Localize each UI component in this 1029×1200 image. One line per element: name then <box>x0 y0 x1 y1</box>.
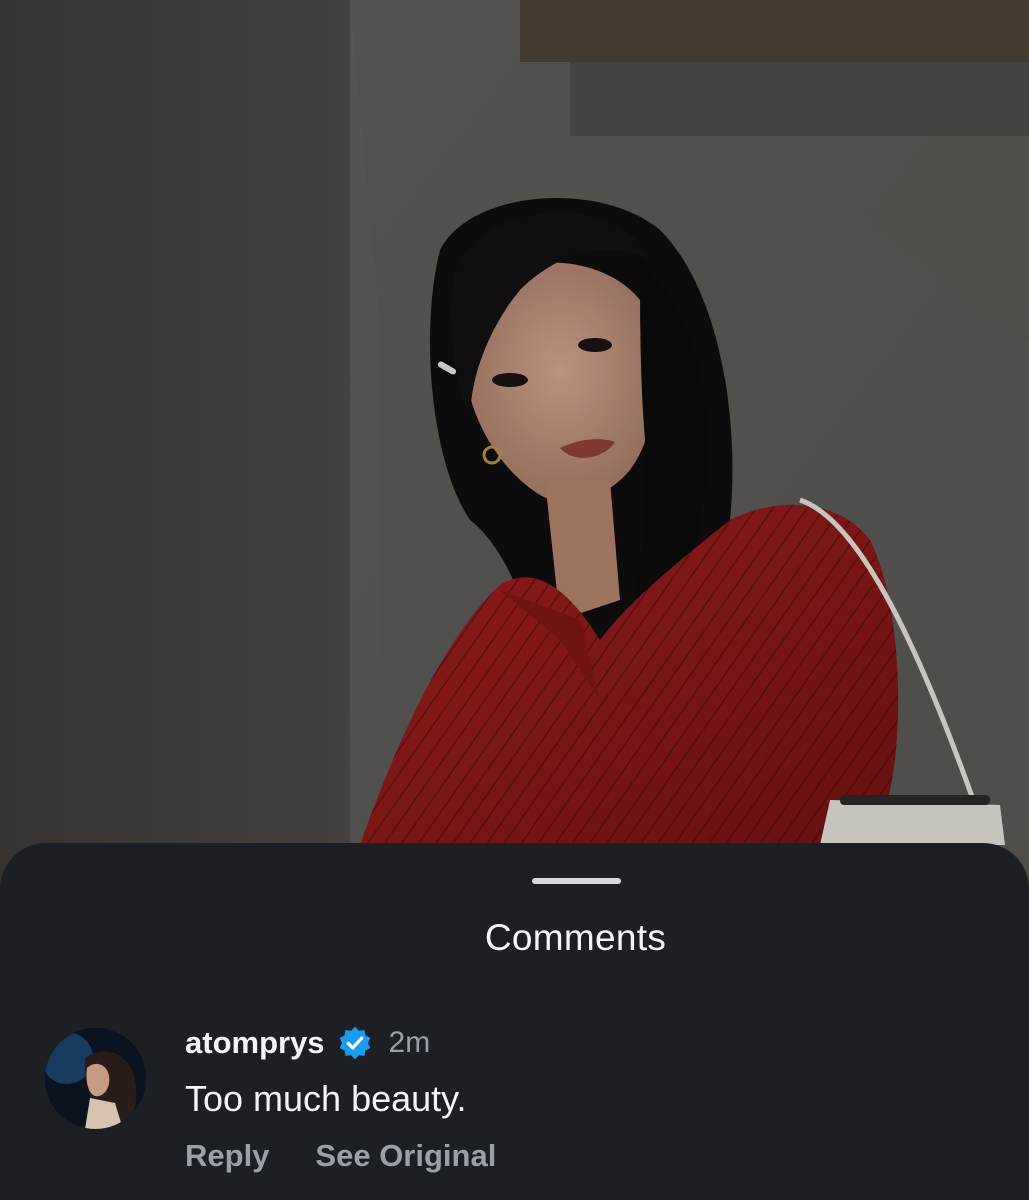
comment-actions: Reply See Original <box>185 1138 496 1174</box>
comment-meta: atomprys 2m <box>185 1023 430 1063</box>
comment-item: atomprys 2m Too much beauty. Reply See O… <box>0 1023 1029 1183</box>
comment-timestamp: 2m <box>388 1026 431 1059</box>
screen: Comments atomprys 2m Too much beauty. Re… <box>0 0 1029 1200</box>
comment-text: Too much beauty. <box>185 1078 467 1119</box>
reply-button[interactable]: Reply <box>185 1138 269 1174</box>
verified-badge-icon <box>339 1026 370 1060</box>
avatar-image <box>45 1028 146 1129</box>
drag-handle[interactable] <box>532 878 621 884</box>
post-photo <box>0 0 1029 900</box>
comments-sheet[interactable]: Comments atomprys 2m Too much beauty. Re… <box>0 843 1029 1200</box>
see-original-button[interactable]: See Original <box>315 1138 496 1174</box>
avatar[interactable] <box>45 1028 146 1129</box>
comment-username[interactable]: atomprys <box>185 1025 325 1061</box>
sheet-title: Comments <box>484 917 667 958</box>
photo-dim-overlay <box>0 0 1029 900</box>
